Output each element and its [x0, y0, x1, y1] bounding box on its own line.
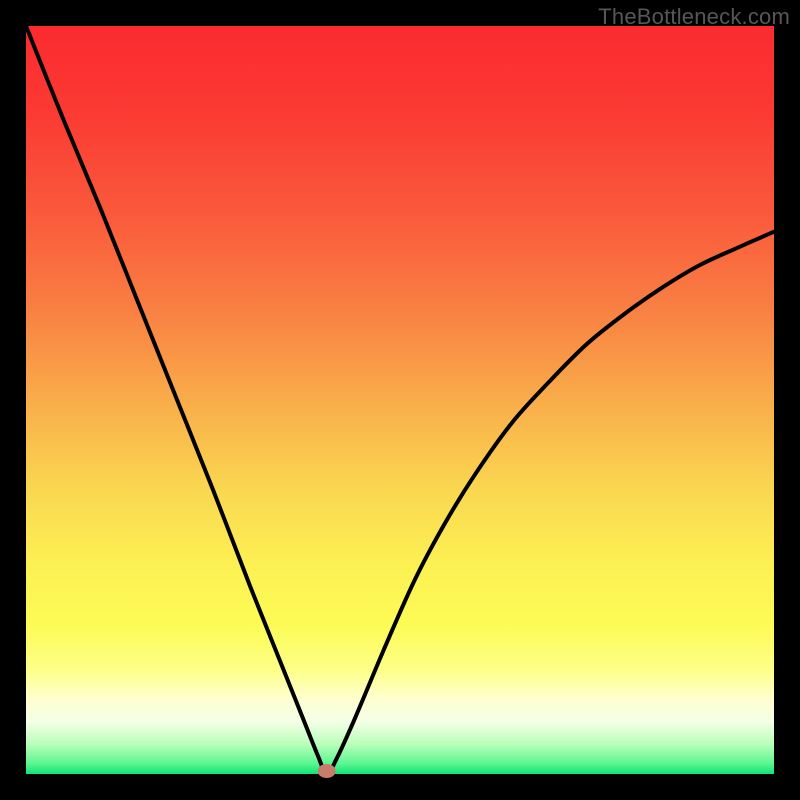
bottleneck-chart	[0, 0, 800, 800]
chart-container: TheBottleneck.com	[0, 0, 800, 800]
watermark-text: TheBottleneck.com	[598, 4, 790, 30]
optimal-point-marker	[318, 764, 336, 778]
plot-background	[26, 26, 774, 774]
